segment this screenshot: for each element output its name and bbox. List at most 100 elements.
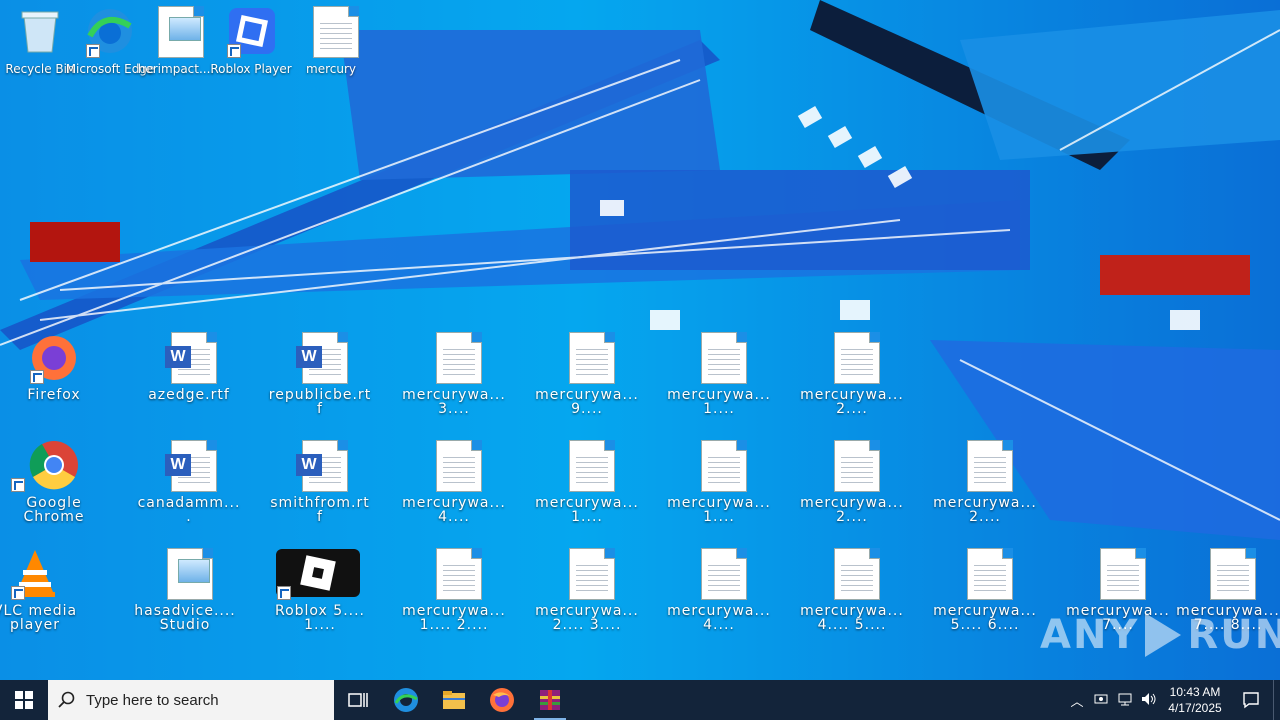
desktop-icon-word[interactable]: Wazedge.rtf [137,330,241,430]
desktop-icon-label: mercurywa... 9.... [535,387,639,417]
doc-icon [428,548,482,600]
desktop-icon-doc[interactable]: mercurywa... 2.... [800,330,904,430]
desktop-icon-image[interactable]: hasadvice.... Studio [133,546,237,646]
desktop-icon-word[interactable]: Wsmithfrom.rtf [268,438,372,538]
word-icon: W [163,440,217,492]
winrar-icon [540,690,560,710]
doc-icon [561,332,615,384]
edge-icon [394,688,418,712]
doc-icon [693,548,747,600]
task-view-button[interactable] [334,680,382,720]
firefox-icon [490,688,514,712]
desktop-icon-doc[interactable]: mercurywa... 1.... 2.... [402,546,506,646]
doc-icon [428,440,482,492]
clock-date: 4/17/2025 [1168,701,1222,715]
doc-icon [693,332,747,384]
watermark-left-text: ANY [1040,612,1140,658]
desktop-icon-doc[interactable]: mercurywa... 1.... [667,330,771,430]
desktop-icon-label: mercurywa... 1.... [667,387,771,417]
desktop-icon-label: mercury [306,62,356,76]
doc-icon [826,548,880,600]
desktop-icon-doc[interactable]: mercurywa... 1.... [667,438,771,538]
desktop-icon-label: mercurywa... 1.... 2.... [402,603,506,633]
windows-logo-icon [15,691,33,709]
doc-icon [1202,548,1256,600]
doc-icon [826,440,880,492]
desktop-icon-label: mercurywa... 2.... 3.... [535,603,639,633]
desktop-icon-label: mercurywa... 4.... 5.... [800,603,904,633]
system-tray: ︿ 10:43 AM 4/17/2025 [1065,680,1280,720]
desktop-icon-word[interactable]: Wcanadamm.... [137,438,241,538]
doc-icon [826,332,880,384]
desktop-icon-label: mercurywa... 4.... [667,603,771,633]
doc-icon [959,440,1013,492]
notification-center-button[interactable] [1229,691,1273,709]
roblox-player-icon [225,6,277,58]
image-icon [150,6,204,58]
desktop-icon-doc[interactable]: mercurywa... 4.... 5.... [800,546,904,646]
desktop-icon-doc[interactable]: mercurywa... 2.... 3.... [535,546,639,646]
anyrun-watermark: ANY RUN [1040,612,1280,658]
desktop-icon-doc[interactable]: mercurywa... 2.... [933,438,1037,538]
desktop-icon-doc[interactable]: mercurywa... 2.... [800,438,904,538]
desktop: Recycle Bin Microsoft Edge herimpact.... Ro… [0,0,1280,680]
desktop-icon-label: mercurywa... 2.... [933,495,1037,525]
meet-now-icon[interactable] [1089,692,1113,709]
desktop-icon-firefox[interactable]: Firefox [2,330,106,430]
desktop-icon-vlc[interactable]: VLC media player [0,546,87,646]
doc-icon [561,548,615,600]
doc-icon [693,440,747,492]
desktop-icon-label: mercurywa... 2.... [800,495,904,525]
desktop-icon-label: azedge.rtf [148,387,230,403]
desktop-icon-word[interactable]: Wrepublicbe.rtf [268,330,372,430]
show-desktop-button[interactable] [1273,680,1280,720]
desktop-icon-label: Firefox [27,387,81,403]
roblox-icon [275,548,365,600]
search-icon [58,691,75,708]
doc-icon [305,6,359,58]
show-hidden-icons-chevron-icon[interactable]: ︿ [1065,691,1089,710]
taskbar-search-box[interactable]: Type here to search [48,680,334,720]
desktop-icon-doc[interactable]: mercurywa... 1.... [535,438,639,538]
desktop-icon-roblox[interactable]: Roblox 5.... 1.... [268,546,372,646]
volume-icon[interactable] [1137,692,1161,709]
desktop-icon-label: republicbe.rtf [268,387,372,417]
doc-icon [428,332,482,384]
network-icon[interactable] [1113,692,1137,709]
watermark-right-text: RUN [1187,612,1280,658]
shortcut-arrow-icon [277,586,291,600]
desktop-icon-doc[interactable]: mercurywa... 5.... 6.... [933,546,1037,646]
play-logo-icon [1145,613,1182,657]
desktop-icon-label: VLC media player [0,603,78,633]
desktop-icon-label: canadamm.... [137,495,241,525]
taskbar-edge-button[interactable] [382,680,430,720]
taskbar-clock[interactable]: 10:43 AM 4/17/2025 [1161,684,1229,716]
desktop-icon-doc[interactable]: mercurywa... 4.... [402,438,506,538]
firefox-icon [28,332,80,384]
taskbar-file-explorer-button[interactable] [430,680,478,720]
doc-icon [1092,548,1146,600]
search-placeholder: Type here to search [86,691,219,709]
folder-icon [443,691,465,709]
desktop-icon-label: mercurywa... 3.... [402,387,506,417]
desktop-icon-doc[interactable]: mercurywa... 4.... [667,546,771,646]
notification-icon [1243,692,1259,709]
desktop-icon-chrome[interactable]: Google Chrome [2,438,106,538]
shortcut-arrow-icon [86,44,100,58]
taskbar-winrar-button[interactable] [526,680,574,720]
start-button[interactable] [0,680,48,720]
desktop-icon-label: Google Chrome [23,495,85,525]
shortcut-arrow-icon [30,370,44,384]
desktop-icon-doc[interactable]: mercurywa... 9.... [535,330,639,430]
clock-time: 10:43 AM [1169,685,1221,699]
desktop-icon-label: mercurywa... 4.... [402,495,506,525]
desktop-icon-label: Roblox 5.... 1.... [274,603,366,633]
taskbar-firefox-button[interactable] [478,680,526,720]
shortcut-arrow-icon [11,478,25,492]
desktop-icon-label: mercurywa... 1.... [535,495,639,525]
desktop-icon-doc[interactable]: mercury [279,4,383,104]
taskbar: Type here to search ︿ 10:43 AM 4/17/2025 [0,680,1280,720]
desktop-icon-label: smithfrom.rtf [270,495,370,525]
desktop-icon-doc[interactable]: mercurywa... 3.... [402,330,506,430]
doc-icon [561,440,615,492]
